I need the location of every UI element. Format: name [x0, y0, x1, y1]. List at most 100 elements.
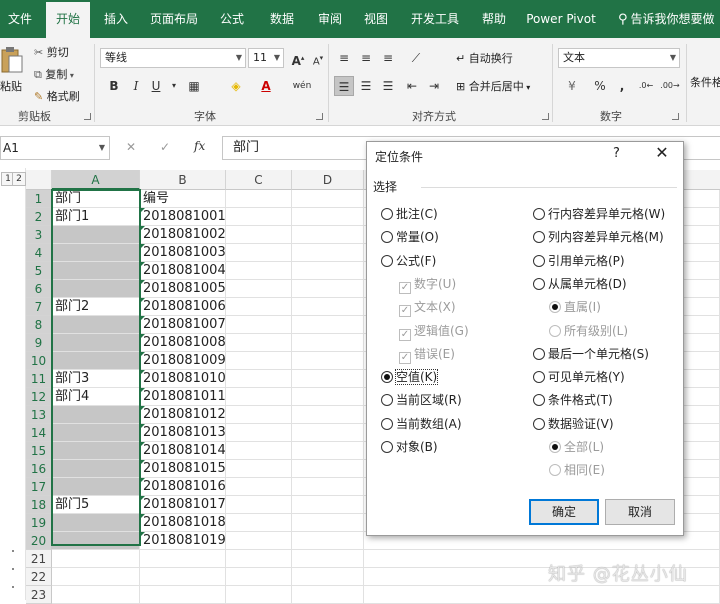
empty-cell[interactable]: [226, 406, 292, 424]
align-center-icon[interactable]: ☰: [356, 76, 376, 96]
underline-button[interactable]: U: [146, 76, 166, 96]
cell-a[interactable]: [52, 280, 140, 298]
empty-cell[interactable]: [226, 190, 292, 208]
cell-a[interactable]: [52, 442, 140, 460]
cell-b[interactable]: 2018081004: [140, 262, 226, 280]
empty-cell[interactable]: [292, 586, 364, 604]
shrink-font-button[interactable]: A▾: [308, 48, 328, 68]
cell-a[interactable]: [52, 226, 140, 244]
empty-cell[interactable]: [226, 370, 292, 388]
row-header[interactable]: 13: [26, 406, 52, 424]
cell-b[interactable]: [140, 550, 226, 568]
clipboard-launcher[interactable]: [84, 113, 91, 120]
right-option[interactable]: 行内容差异单元格(W): [533, 205, 665, 223]
empty-cell[interactable]: [226, 514, 292, 532]
empty-cell[interactable]: [292, 262, 364, 280]
cell-b[interactable]: [140, 568, 226, 586]
cell-a[interactable]: 部门: [52, 190, 140, 208]
row-header[interactable]: 23: [26, 586, 52, 604]
select-all-corner[interactable]: [26, 170, 52, 190]
empty-cell[interactable]: [292, 388, 364, 406]
ok-button[interactable]: 确定: [529, 499, 599, 525]
cell-b[interactable]: 2018081016: [140, 478, 226, 496]
empty-cell[interactable]: [226, 568, 292, 586]
cell-b[interactable]: 2018081002: [140, 226, 226, 244]
empty-cell[interactable]: [292, 244, 364, 262]
empty-cell[interactable]: [226, 388, 292, 406]
empty-cell[interactable]: [292, 514, 364, 532]
cell-a[interactable]: [52, 514, 140, 532]
empty-cell[interactable]: [226, 460, 292, 478]
empty-cell[interactable]: [226, 442, 292, 460]
empty-cell[interactable]: [292, 496, 364, 514]
left-option[interactable]: 当前数组(A): [381, 415, 462, 433]
cell-b[interactable]: 2018081012: [140, 406, 226, 424]
row-header[interactable]: 15: [26, 442, 52, 460]
left-option[interactable]: 对象(B): [381, 438, 438, 456]
cell-a[interactable]: [52, 262, 140, 280]
row-header[interactable]: 7: [26, 298, 52, 316]
row-header[interactable]: 11: [26, 370, 52, 388]
left-option[interactable]: 空值(K): [381, 368, 439, 386]
font-size-box[interactable]: 11 ▼: [248, 48, 284, 68]
outline-level-2[interactable]: 2: [12, 172, 26, 186]
borders-button[interactable]: ▦: [184, 76, 204, 96]
align-top-icon[interactable]: ≡: [334, 48, 354, 68]
right-option[interactable]: 数据验证(V): [533, 415, 614, 433]
tab-page-layout[interactable]: 页面布局: [144, 0, 204, 38]
row-header[interactable]: 9: [26, 334, 52, 352]
cancel-button[interactable]: 取消: [605, 499, 675, 525]
tab-data[interactable]: 数据: [262, 0, 302, 38]
column-header-c[interactable]: C: [226, 170, 292, 190]
empty-cell[interactable]: [292, 550, 364, 568]
cell-b[interactable]: 2018081011: [140, 388, 226, 406]
tab-developer[interactable]: 开发工具: [404, 0, 466, 38]
right-option[interactable]: 可见单元格(Y): [533, 368, 625, 386]
cell-a[interactable]: 部门5: [52, 496, 140, 514]
left-option[interactable]: 公式(F): [381, 252, 436, 270]
font-launcher[interactable]: [316, 113, 323, 120]
cell-a[interactable]: [52, 406, 140, 424]
increase-decimal-icon[interactable]: .0←: [636, 76, 656, 96]
row-header[interactable]: 5: [26, 262, 52, 280]
cell-a[interactable]: [52, 568, 140, 586]
grow-font-button[interactable]: A▴: [288, 48, 308, 68]
decrease-indent-icon[interactable]: ⇤: [402, 76, 422, 96]
row-header[interactable]: 2: [26, 208, 52, 226]
cell-a[interactable]: [52, 316, 140, 334]
empty-cell[interactable]: [226, 532, 292, 550]
row-header[interactable]: 22: [26, 568, 52, 586]
format-painter-button[interactable]: ✎ 格式刷: [34, 88, 80, 104]
empty-cell[interactable]: [292, 316, 364, 334]
empty-cell[interactable]: [292, 460, 364, 478]
cell-b[interactable]: 2018081007: [140, 316, 226, 334]
right-option[interactable]: 从属单元格(D): [533, 275, 627, 293]
left-option[interactable]: 当前区域(R): [381, 391, 462, 409]
tab-view[interactable]: 视图: [356, 0, 396, 38]
left-option[interactable]: 常量(O): [381, 228, 439, 246]
cell-a[interactable]: [52, 244, 140, 262]
column-header-b[interactable]: B: [140, 170, 226, 190]
empty-cell[interactable]: [226, 478, 292, 496]
row-header[interactable]: 19: [26, 514, 52, 532]
empty-cell[interactable]: [292, 406, 364, 424]
cell-b[interactable]: 2018081006: [140, 298, 226, 316]
tab-home[interactable]: 开始: [46, 0, 90, 38]
cell-b[interactable]: 编号: [140, 190, 226, 208]
cell-b[interactable]: 2018081013: [140, 424, 226, 442]
cell-a[interactable]: [52, 460, 140, 478]
right-option[interactable]: 列内容差异单元格(M): [533, 228, 664, 246]
empty-cell[interactable]: [292, 208, 364, 226]
empty-cell[interactable]: [226, 550, 292, 568]
row-header[interactable]: 14: [26, 424, 52, 442]
empty-cell[interactable]: [364, 586, 720, 604]
empty-cell[interactable]: [226, 334, 292, 352]
orientation-icon[interactable]: ⟋: [406, 48, 426, 68]
row-header[interactable]: 1: [26, 190, 52, 208]
percent-button[interactable]: %: [590, 76, 610, 96]
empty-cell[interactable]: [292, 280, 364, 298]
empty-cell[interactable]: [226, 352, 292, 370]
cell-b[interactable]: 2018081014: [140, 442, 226, 460]
number-format-box[interactable]: 文本 ▼: [558, 48, 680, 68]
empty-cell[interactable]: [292, 478, 364, 496]
